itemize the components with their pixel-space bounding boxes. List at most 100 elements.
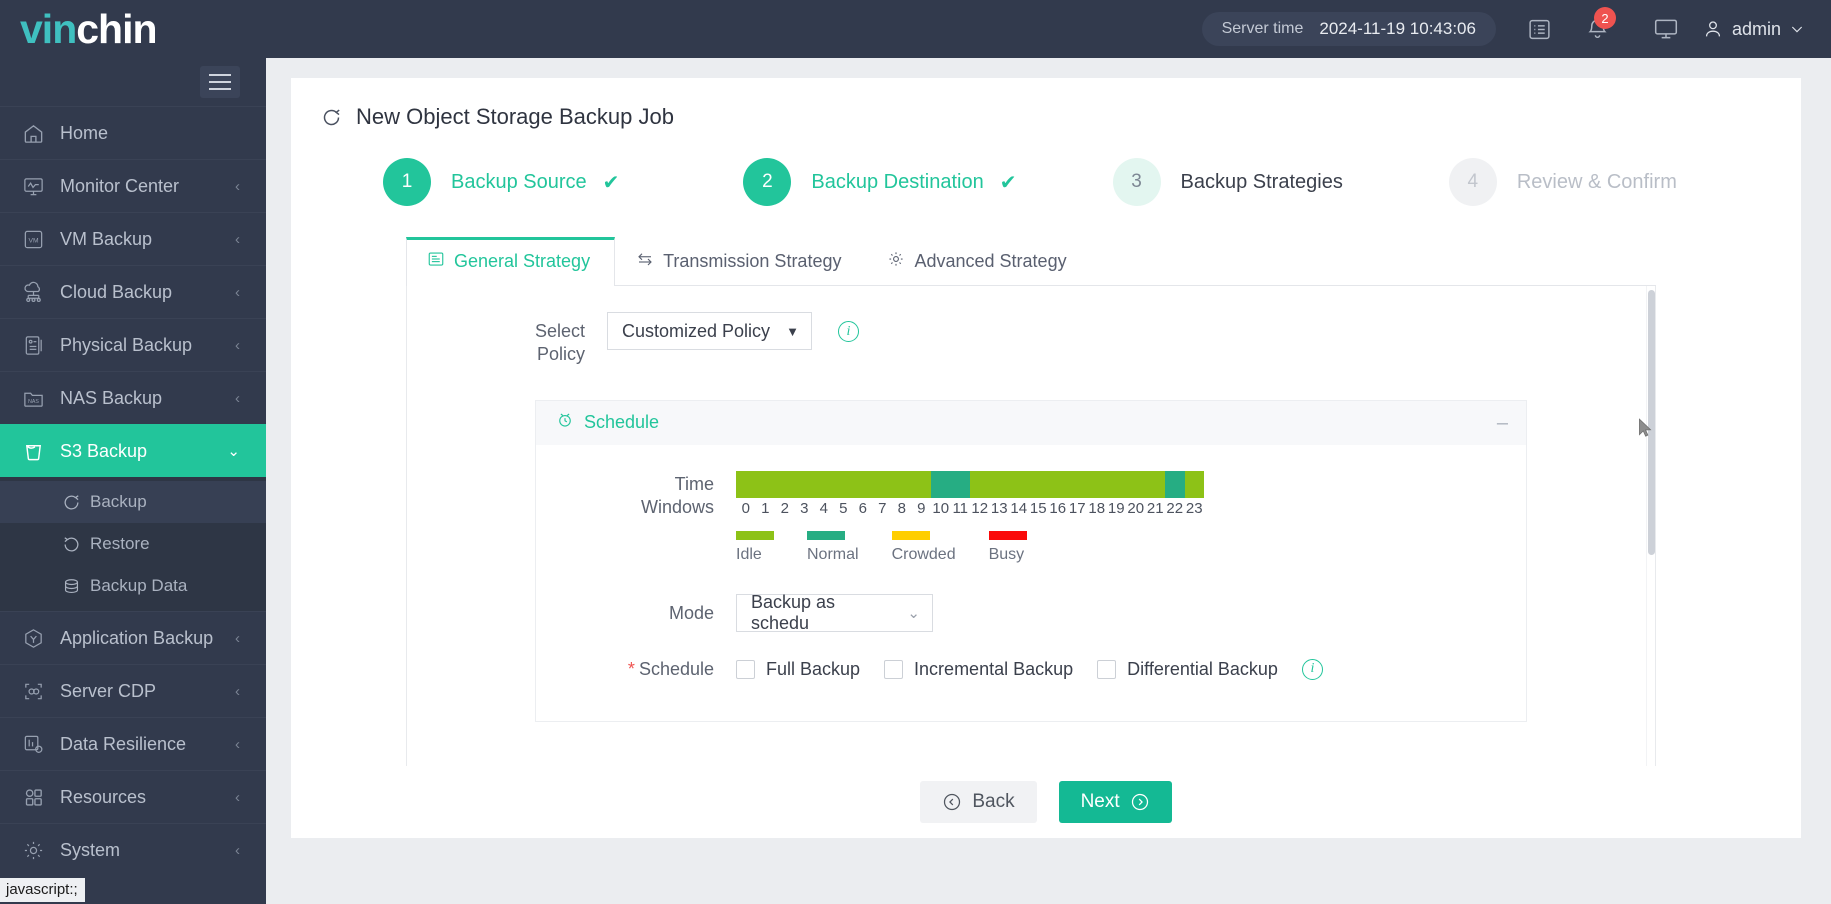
- sidebar-item-application-backup[interactable]: Application Backup ‹: [0, 611, 266, 664]
- time-window-segment[interactable]: [931, 470, 951, 498]
- step-backup-source[interactable]: 1 Backup Source ✔: [383, 158, 619, 206]
- checkbox-differential-backup[interactable]: Differential Backup: [1097, 659, 1302, 680]
- logo-text-primary: vin: [20, 5, 77, 52]
- time-window-segment[interactable]: [814, 470, 834, 498]
- sidebar-item-label: Server CDP: [60, 680, 157, 701]
- select-policy-dropdown[interactable]: Customized Policy ▼: [607, 312, 812, 350]
- select-policy-label: Select Policy: [407, 312, 607, 367]
- checkbox-input[interactable]: [736, 659, 755, 679]
- time-window-segment[interactable]: [1087, 470, 1107, 498]
- time-window-tick: 1: [761, 499, 770, 517]
- time-window-segment[interactable]: [833, 470, 853, 498]
- server-time: Server time 2024-11-19 10:43:06: [1201, 12, 1496, 46]
- sidebar-item-backup-data[interactable]: Backup Data: [0, 565, 266, 607]
- time-window-segment[interactable]: [1165, 470, 1185, 498]
- bucket-icon: [22, 440, 56, 463]
- time-windows-bar[interactable]: [736, 470, 1204, 498]
- alarm-clock-icon: [556, 411, 574, 434]
- time-window-segment[interactable]: [794, 470, 814, 498]
- time-window-tick: 16: [1049, 499, 1067, 517]
- step-label: Backup Strategies: [1180, 170, 1343, 193]
- sidebar-item-label: System: [60, 839, 121, 860]
- tab-transmission-strategy[interactable]: Transmission Strategy: [615, 237, 866, 286]
- brand-logo[interactable]: vinchin: [0, 5, 266, 52]
- time-window-segment[interactable]: [1106, 470, 1126, 498]
- time-window-segment[interactable]: [1048, 470, 1068, 498]
- form-scrollbar[interactable]: [1646, 286, 1655, 837]
- sidebar-item-backup[interactable]: Backup: [0, 481, 266, 523]
- legend-label: Busy: [988, 545, 1025, 563]
- wizard-footer: Back Next: [291, 766, 1801, 838]
- mouse-cursor: [1639, 418, 1652, 437]
- user-menu[interactable]: admin: [1702, 18, 1805, 40]
- info-icon[interactable]: i: [1301, 658, 1323, 680]
- time-window-tick: 21: [1146, 499, 1164, 517]
- time-window-segment[interactable]: [872, 470, 892, 498]
- sidebar-item-vm-backup[interactable]: VM VM Backup ‹: [0, 212, 266, 265]
- sidebar-item-label: Monitor Center: [60, 175, 180, 196]
- legend-swatch: [891, 530, 930, 540]
- monitor-icon[interactable]: [1644, 7, 1688, 51]
- time-window-segment[interactable]: [970, 470, 990, 498]
- checkbox-full-backup[interactable]: Full Backup: [736, 659, 884, 680]
- sidebar-item-home[interactable]: Home: [0, 106, 266, 159]
- time-window-segment[interactable]: [1126, 470, 1146, 498]
- time-windows-label-line2: Windows: [640, 497, 714, 518]
- chevron-left-icon: ‹: [235, 735, 240, 753]
- sidebar-item-monitor-center[interactable]: Monitor Center ‹: [0, 159, 266, 212]
- sidebar-item-physical-backup[interactable]: Physical Backup ‹: [0, 318, 266, 371]
- chevron-left-icon: ‹: [235, 177, 240, 195]
- time-window-segment[interactable]: [1184, 470, 1204, 498]
- time-window-segment[interactable]: [1009, 470, 1029, 498]
- required-asterisk: *: [627, 658, 635, 679]
- time-window-tick: 23: [1185, 499, 1203, 517]
- time-window-tick: 7: [878, 499, 887, 517]
- checkbox-label: Differential Backup: [1127, 658, 1278, 679]
- sidebar-item-s3-backup[interactable]: S3 Backup ⌄: [0, 424, 266, 477]
- menu-icon[interactable]: [200, 66, 240, 98]
- time-window-segment[interactable]: [1067, 470, 1087, 498]
- time-window-segment[interactable]: [1028, 470, 1048, 498]
- page-title-text: New Object Storage Backup Job: [356, 104, 674, 129]
- sidebar-item-server-cdp[interactable]: Server CDP ‹: [0, 664, 266, 717]
- info-icon[interactable]: i: [838, 321, 859, 342]
- collapse-icon[interactable]: –: [1497, 413, 1508, 433]
- back-button[interactable]: Back: [920, 781, 1037, 823]
- app-root: vinchin Server time 2024-11-19 10:43:06: [0, 0, 1831, 904]
- mode-dropdown[interactable]: Backup as schedu ⌄: [736, 592, 933, 633]
- bell-icon[interactable]: 2: [1576, 7, 1620, 51]
- time-window-segment[interactable]: [755, 470, 775, 498]
- time-window-segment[interactable]: [775, 470, 795, 498]
- tab-general-strategy[interactable]: General Strategy: [406, 237, 616, 286]
- time-window-segment[interactable]: [853, 470, 873, 498]
- time-window-tick: 6: [858, 499, 867, 517]
- legend-label: Normal: [807, 545, 859, 563]
- time-window-tick: 2: [780, 499, 789, 517]
- tab-advanced-strategy[interactable]: Advanced Strategy: [866, 237, 1091, 286]
- time-window-segment[interactable]: [736, 470, 756, 498]
- monitor-chart-icon: [22, 175, 56, 198]
- server-time-value: 2024-11-19 10:43:06: [1319, 19, 1476, 38]
- sidebar-item-cloud-backup[interactable]: Cloud Backup ‹: [0, 265, 266, 318]
- sidebar-item-nas-backup[interactable]: NAS NAS Backup ‹: [0, 371, 266, 424]
- time-window-segment[interactable]: [950, 470, 970, 498]
- checkbox-incremental-backup[interactable]: Incremental Backup: [884, 659, 1097, 680]
- sidebar-item-resources[interactable]: Resources ‹: [0, 770, 266, 823]
- step-backup-destination[interactable]: 2 Backup Destination ✔: [743, 158, 1017, 206]
- time-window-segment[interactable]: [911, 470, 931, 498]
- chevron-down-icon: ⌄: [907, 604, 920, 622]
- list-icon[interactable]: [1518, 7, 1562, 51]
- time-window-segment[interactable]: [892, 470, 912, 498]
- schedule-types-label: * Schedule: [536, 658, 736, 681]
- sidebar-item-restore[interactable]: Restore: [0, 523, 266, 565]
- step-backup-strategies[interactable]: 3 Backup Strategies: [1112, 158, 1343, 206]
- time-window-segment[interactable]: [1145, 470, 1165, 498]
- time-window-segment[interactable]: [989, 470, 1009, 498]
- sidebar-item-data-resilience[interactable]: Data Resilience ‹: [0, 717, 266, 770]
- checkbox-input[interactable]: [884, 659, 904, 679]
- checkbox-input[interactable]: [1097, 659, 1117, 679]
- legend-label: Crowded: [891, 545, 956, 563]
- next-button[interactable]: Next: [1058, 781, 1172, 823]
- step-review-confirm[interactable]: 4 Review & Confirm: [1448, 158, 1677, 206]
- sidebar-item-system[interactable]: System ‹: [0, 823, 266, 876]
